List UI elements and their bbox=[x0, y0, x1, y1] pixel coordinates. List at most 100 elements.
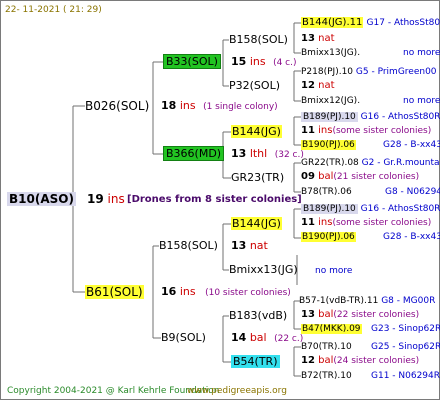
gen1-dam-insemination: 16 ins (10 sister colonies) bbox=[161, 285, 291, 300]
gen4-row[interactable]: B144(JG).11 G17 - AthosSt80R bbox=[301, 16, 440, 30]
gen2-b33-name: B33(SOL) bbox=[163, 54, 221, 69]
gen4-ins-number: 13 bbox=[301, 309, 315, 320]
gen4-row[interactable]: Bmixx13(JG). no more bbox=[301, 46, 440, 60]
root-queen-name: B10(ASO) bbox=[7, 192, 76, 206]
gen2-b33-node[interactable]: B33(SOL) bbox=[163, 54, 221, 69]
report-date: 22- 11-2021 ( 21: 29) bbox=[5, 5, 102, 15]
gen1-dam-ins-number: 16 bbox=[161, 285, 177, 298]
gen1-sire-note: (1 single colony) bbox=[203, 102, 278, 112]
gen2-b9-note: (22 c.) bbox=[274, 334, 304, 344]
gen4-queen-name: Bmixx12(JG). bbox=[301, 96, 361, 106]
gen4-ins-type: ins bbox=[318, 125, 333, 136]
gen1-sire-node[interactable]: B026(SOL) bbox=[85, 99, 149, 113]
gen4-ins-row: 11 ins(some sister colonies) bbox=[301, 216, 431, 230]
gen4-ins-type: nat bbox=[318, 80, 335, 91]
gen4-queen-code: no more bbox=[403, 96, 440, 106]
gen4-ins-type: bal bbox=[318, 171, 334, 182]
gen1-dam-node[interactable]: B61(SOL) bbox=[85, 285, 144, 299]
gen4-ins-note: (some sister colonies) bbox=[332, 218, 432, 228]
gen4-ins-row: 11 ins(some sister colonies) bbox=[301, 124, 431, 138]
gen4-ins-number: 12 bbox=[301, 355, 315, 366]
gen4-row[interactable]: B189(PJ).10 G16 - AthosSt80R bbox=[301, 202, 440, 216]
gen4-queen-code: G25 - Sinop62R bbox=[371, 342, 440, 352]
gen4-row[interactable]: B72(TR).10 G11 - N06294R bbox=[301, 369, 440, 383]
gen2-b9-ins-type: bal bbox=[249, 331, 267, 344]
gen4-row[interactable]: B47(MKK).09 G23 - Sinop62R bbox=[301, 322, 440, 336]
gen2-b158-ins-number: 13 bbox=[231, 239, 247, 252]
gen4-queen-code: no more bbox=[403, 48, 440, 58]
gen4-queen-name: B72(TR).10 bbox=[301, 371, 352, 381]
gen3-bmixx13-code: no more bbox=[315, 266, 353, 276]
gen1-dam-ins-type: ins bbox=[179, 285, 196, 298]
gen4-ins-note: (21 sister colonies) bbox=[333, 172, 420, 182]
gen2-b158-ins-type: nat bbox=[249, 239, 268, 252]
gen2-b33-ins-number: 15 bbox=[231, 55, 247, 68]
gen2-b33-note: (4 c.) bbox=[273, 58, 297, 68]
root-ins-number: 19 bbox=[87, 192, 104, 206]
gen1-sire-insemination: 18 ins (1 single colony) bbox=[161, 99, 278, 114]
gen4-queen-name: B144(JG).11 bbox=[301, 17, 364, 28]
gen2-b9-ins-number: 14 bbox=[231, 331, 247, 344]
gen1-sire-ins-type: ins bbox=[179, 99, 196, 112]
gen4-ins-number: 09 bbox=[301, 171, 315, 182]
gen4-ins-row: 09 bal(21 sister colonies) bbox=[301, 170, 419, 184]
root-queen[interactable]: B10(ASO) bbox=[7, 192, 76, 206]
gen2-b158-dam-side-node[interactable]: B158(SOL) bbox=[159, 239, 218, 253]
gen4-ins-row: 12 nat bbox=[301, 79, 335, 93]
gen4-queen-name: B189(PJ).10 bbox=[301, 112, 358, 122]
gen4-ins-number: 13 bbox=[301, 33, 315, 44]
gen4-row[interactable]: B78(TR).06 G8 - N06294R bbox=[301, 185, 440, 199]
gen2-b9-insemination: 14 bal (22 c.) bbox=[231, 331, 303, 346]
gen4-queen-code: G28 - B-xx43 bbox=[383, 232, 440, 242]
gen4-queen-name: B78(TR).06 bbox=[301, 187, 352, 197]
gen1-dam-note: (10 sister colonies) bbox=[205, 288, 291, 298]
root-insemination: 19 ins bbox=[87, 192, 125, 206]
gen4-ins-note: (some sister colonies) bbox=[332, 126, 432, 136]
gen4-row[interactable]: GR22(TR).08 G2 - Gr.R.mounta bbox=[301, 156, 440, 170]
gen4-row[interactable]: P218(PJ).10 G5 - PrimGreen00 bbox=[301, 65, 437, 79]
gen3-b54-node[interactable]: B54(TR) bbox=[231, 355, 280, 369]
gen2-b366-node[interactable]: B366(MD) bbox=[163, 146, 225, 161]
gen4-queen-name: Bmixx13(JG). bbox=[301, 48, 361, 58]
gen2-b366-name: B366(MD) bbox=[163, 146, 225, 161]
gen4-queen-code: G11 - N06294R bbox=[371, 371, 440, 381]
gen4-ins-type: ins bbox=[318, 217, 333, 228]
gen4-queen-name: B70(TR).10 bbox=[301, 342, 352, 352]
gen4-queen-name: B190(PJ).06 bbox=[301, 140, 356, 150]
gen3-b144-node[interactable]: B144(JG) bbox=[231, 125, 282, 139]
gen4-queen-code: G5 - PrimGreen00 bbox=[355, 67, 437, 77]
gen4-ins-number: 11 bbox=[301, 217, 315, 228]
gen4-queen-code: G28 - B-xx43 bbox=[383, 140, 440, 150]
gen4-queen-name: GR22(TR).08 bbox=[301, 158, 359, 168]
gen4-row[interactable]: B57-1(vdB-TR).11 G8 - MG00R bbox=[299, 294, 435, 308]
gen4-queen-code: G17 - AthosSt80R bbox=[366, 18, 440, 28]
gen4-row[interactable]: B70(TR).10 G25 - Sinop62R bbox=[301, 340, 440, 354]
pedigree-chart: 22- 11-2021 ( 21: 29) B10(ASO) 19 ins [D… bbox=[0, 0, 440, 400]
gen2-b366-insemination: 13 lthl (32 c.) bbox=[231, 147, 304, 162]
gen3-b144-dam-side-node[interactable]: B144(JG) bbox=[231, 217, 282, 231]
gen3-p32-node[interactable]: P32(SOL) bbox=[229, 79, 280, 93]
gen3-gr23-node[interactable]: GR23(TR) bbox=[231, 171, 284, 185]
gen4-ins-type: bal bbox=[318, 309, 334, 320]
gen4-row[interactable]: B190(PJ).06 G28 - B-xx43 bbox=[301, 230, 440, 244]
gen4-ins-type: nat bbox=[318, 33, 335, 44]
gen4-queen-name: B190(PJ).06 bbox=[301, 232, 356, 242]
gen4-queen-name: B189(PJ).10 bbox=[301, 204, 358, 214]
gen4-row[interactable]: Bmixx12(JG). no more bbox=[301, 94, 440, 108]
gen4-row[interactable]: B190(PJ).06 G28 - B-xx43 bbox=[301, 138, 440, 152]
gen2-b158-dam-side-insemination: 13 nat bbox=[231, 239, 268, 253]
website-link[interactable]: www.pedigreeapis.org bbox=[187, 384, 287, 398]
gen4-queen-code: G16 - AthosSt80R bbox=[360, 112, 440, 122]
gen4-queen-name: P218(PJ).10 bbox=[301, 67, 354, 77]
gen3-b158-node[interactable]: B158(SOL) bbox=[229, 33, 288, 47]
gen2-b366-ins-number: 13 bbox=[231, 147, 247, 160]
gen2-b366-note: (32 c.) bbox=[274, 150, 304, 160]
gen4-ins-type: bal bbox=[318, 355, 334, 366]
gen1-sire-ins-number: 18 bbox=[161, 99, 177, 112]
gen3-bmixx13-node[interactable]: Bmixx13(JG) bbox=[229, 263, 298, 277]
gen3-b183-node[interactable]: B183(vdB) bbox=[229, 309, 287, 323]
gen4-ins-number: 12 bbox=[301, 80, 315, 91]
gen4-row[interactable]: B189(PJ).10 G16 - AthosSt80R bbox=[301, 110, 440, 124]
gen2-b9-node[interactable]: B9(SOL) bbox=[161, 331, 206, 345]
gen4-queen-code: G8 - MG00R bbox=[381, 296, 436, 306]
